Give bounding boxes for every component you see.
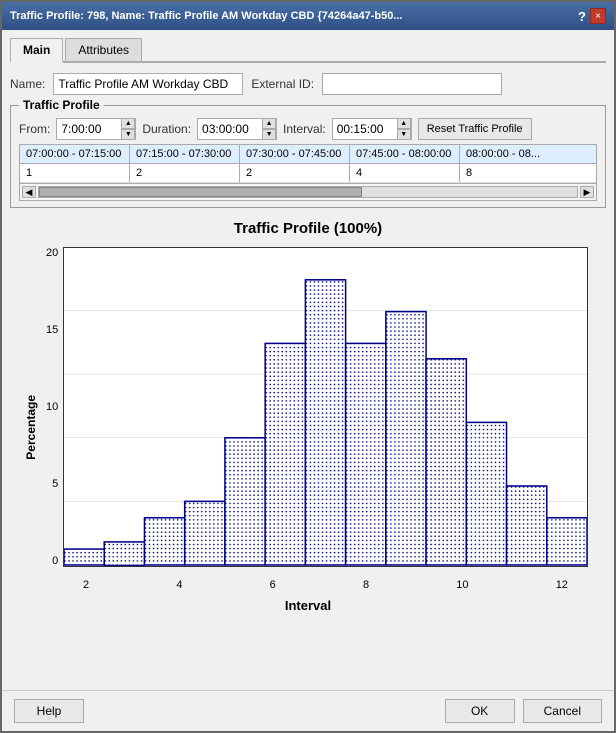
name-row: Name: External ID: (10, 69, 606, 99)
table-header-0: 07:00:00 - 07:15:00 (20, 145, 130, 163)
x-tick-6: 6 (270, 579, 276, 591)
tab-bar: Main Attributes (10, 38, 606, 63)
from-down-btn[interactable]: ▼ (121, 129, 135, 140)
y-tick-20: 20 (46, 247, 58, 259)
traffic-controls: From: ▲ ▼ Duration: ▲ ▼ Interval (19, 118, 597, 140)
table-scrollbar[interactable]: ◀ ▶ (20, 183, 596, 200)
x-tick-12: 12 (556, 579, 568, 591)
group-label: Traffic Profile (19, 98, 104, 112)
title-controls: ? × (578, 8, 606, 24)
x-tick-10: 10 (456, 579, 468, 591)
x-axis-ticks: 2 4 6 8 10 12 (63, 579, 588, 591)
scrollbar-track[interactable] (38, 186, 578, 198)
duration-spinner[interactable]: ▲ ▼ (197, 118, 277, 140)
table-data-row: 1 2 2 4 8 (20, 164, 596, 183)
from-value[interactable] (57, 119, 121, 139)
duration-down-btn[interactable]: ▼ (262, 129, 276, 140)
close-button[interactable]: × (590, 8, 606, 24)
x-tick-2: 2 (83, 579, 89, 591)
table-header-3: 07:45:00 - 08:00:00 (350, 145, 460, 163)
window-title: Traffic Profile: 798, Name: Traffic Prof… (10, 10, 578, 22)
from-spinner-buttons: ▲ ▼ (121, 118, 135, 140)
scroll-left-btn[interactable]: ◀ (22, 186, 36, 198)
table-cell-1[interactable]: 2 (130, 164, 240, 182)
table-header-2: 07:30:00 - 07:45:00 (240, 145, 350, 163)
name-label: Name: (10, 77, 45, 91)
reset-traffic-profile-button[interactable]: Reset Traffic Profile (418, 118, 532, 140)
ok-cancel-group: OK Cancel (445, 699, 602, 723)
y-tick-0: 0 (52, 555, 58, 567)
y-tick-5: 5 (52, 478, 58, 490)
table-cell-3[interactable]: 4 (350, 164, 460, 182)
time-table: 07:00:00 - 07:15:00 07:15:00 - 07:30:00 … (19, 144, 597, 201)
cancel-button[interactable]: Cancel (523, 699, 602, 723)
external-id-input[interactable] (322, 73, 502, 95)
table-header-1: 07:15:00 - 07:30:00 (130, 145, 240, 163)
interval-spinner[interactable]: ▲ ▼ (332, 118, 412, 140)
help-icon[interactable]: ? (578, 9, 586, 24)
tab-attributes[interactable]: Attributes (65, 38, 142, 61)
from-label: From: (19, 122, 50, 136)
y-axis-label: Percentage (24, 395, 38, 460)
y-axis-ticks: 20 15 10 5 0 (46, 247, 58, 567)
interval-value[interactable] (333, 119, 397, 139)
duration-value[interactable] (198, 119, 262, 139)
from-spinner[interactable]: ▲ ▼ (56, 118, 136, 140)
scroll-right-btn[interactable]: ▶ (580, 186, 594, 198)
title-bar: Traffic Profile: 798, Name: Traffic Prof… (2, 2, 614, 30)
x-axis-label: Interval (285, 598, 331, 613)
bottom-bar: Help OK Cancel (2, 690, 614, 731)
main-window: Traffic Profile: 798, Name: Traffic Prof… (0, 0, 616, 733)
external-id-label: External ID: (251, 77, 314, 91)
table-header-row: 07:00:00 - 07:15:00 07:15:00 - 07:30:00 … (20, 145, 596, 164)
duration-label: Duration: (142, 122, 191, 136)
chart-area: Percentage (18, 247, 598, 617)
interval-up-btn[interactable]: ▲ (397, 118, 411, 129)
interval-label: Interval: (283, 122, 326, 136)
y-tick-10: 10 (46, 401, 58, 413)
x-tick-4: 4 (176, 579, 182, 591)
y-tick-15: 15 (46, 324, 58, 336)
chart-svg (64, 248, 587, 566)
x-tick-8: 8 (363, 579, 369, 591)
scrollbar-thumb[interactable] (39, 187, 362, 197)
name-input[interactable] (53, 73, 243, 95)
tab-main[interactable]: Main (10, 38, 63, 63)
interval-down-btn[interactable]: ▼ (397, 129, 411, 140)
duration-up-btn[interactable]: ▲ (262, 118, 276, 129)
chart-title: Traffic Profile (100%) (10, 220, 606, 237)
table-cell-4[interactable]: 8 (460, 164, 570, 182)
table-cell-2[interactable]: 2 (240, 164, 350, 182)
interval-spinner-buttons: ▲ ▼ (397, 118, 411, 140)
help-button[interactable]: Help (14, 699, 84, 723)
duration-spinner-buttons: ▲ ▼ (262, 118, 276, 140)
table-cell-0[interactable]: 1 (20, 164, 130, 182)
table-header-4: 08:00:00 - 08... (460, 145, 570, 163)
content-area: Main Attributes Name: External ID: Traff… (2, 30, 614, 690)
traffic-profile-group: Traffic Profile From: ▲ ▼ Duration: ▲ ▼ (10, 105, 606, 208)
chart-inner (63, 247, 588, 567)
ok-button[interactable]: OK (445, 699, 515, 723)
from-up-btn[interactable]: ▲ (121, 118, 135, 129)
